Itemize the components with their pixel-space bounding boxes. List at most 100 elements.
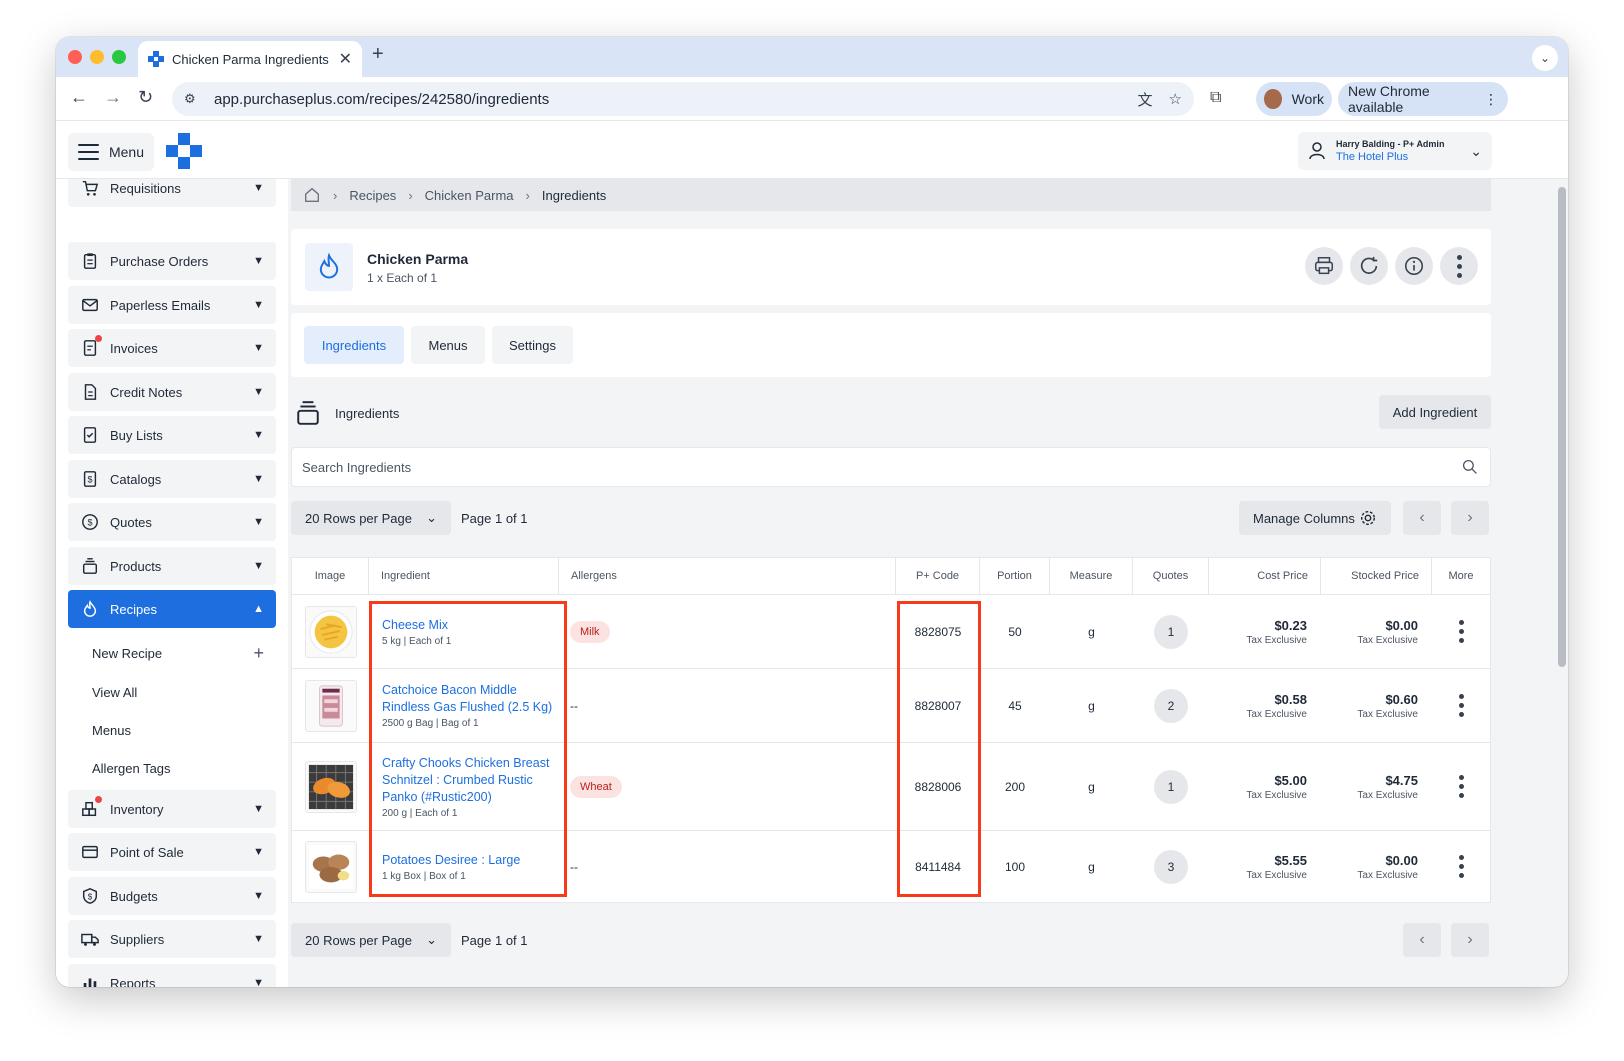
- browser-tab[interactable]: Chicken Parma Ingredients ✕: [138, 41, 362, 77]
- new-tab-button[interactable]: +: [372, 43, 384, 66]
- sidebar-item-suppliers[interactable]: Suppliers ▼: [68, 920, 276, 958]
- tab-close-icon[interactable]: ✕: [339, 49, 352, 69]
- plus-icon[interactable]: +: [253, 644, 264, 662]
- ingredient-name-link[interactable]: Crafty Chooks Chicken Breast Schnitzel :…: [382, 755, 559, 806]
- sidebar-item-invoices[interactable]: Invoices ▼: [68, 329, 276, 367]
- row-more-options-icon[interactable]: [1458, 618, 1464, 645]
- search-input[interactable]: [302, 448, 1442, 486]
- ingredient-cell: Catchoice Bacon Middle Rindless Gas Flus…: [382, 669, 559, 742]
- previous-page-button[interactable]: ‹: [1403, 923, 1441, 957]
- bookmark-star-icon[interactable]: ☆: [1169, 90, 1182, 108]
- reload-icon[interactable]: ↻: [138, 87, 153, 108]
- chevron-left-icon: ‹: [1419, 509, 1425, 526]
- product-thumbnail[interactable]: [304, 679, 357, 732]
- column-header-quotes: Quotes: [1133, 558, 1209, 594]
- profile-button[interactable]: Work: [1256, 82, 1332, 116]
- add-ingredient-button[interactable]: Add Ingredient: [1379, 395, 1491, 429]
- info-icon: [1404, 256, 1424, 276]
- manage-columns-button[interactable]: Manage Columns: [1239, 501, 1391, 535]
- browser-toolbar: ← → ↻ ⚙ app.purchaseplus.com/recipes/242…: [56, 77, 1568, 121]
- portion-cell: 200: [1004, 779, 1026, 794]
- next-page-button[interactable]: ›: [1451, 923, 1489, 957]
- product-thumbnail[interactable]: [304, 605, 357, 658]
- portion-cell: 50: [1008, 624, 1022, 639]
- more-cell: [1432, 743, 1490, 830]
- sidebar-item-buy-lists[interactable]: Buy Lists ▼: [68, 416, 276, 454]
- tab-ingredients[interactable]: Ingredients: [304, 326, 404, 364]
- quotes-count-badge[interactable]: 1: [1154, 769, 1188, 804]
- extensions-puzzle-icon[interactable]: ⧉: [1210, 89, 1221, 107]
- ingredient-name-link[interactable]: Potatoes Desiree : Large: [382, 852, 520, 869]
- cart-icon: [80, 179, 100, 198]
- sidebar-item-reports[interactable]: Reports ▼: [68, 964, 276, 987]
- sidebar-item-catalogs[interactable]: $ Catalogs ▼: [68, 460, 276, 498]
- refresh-icon: [1360, 256, 1378, 274]
- sidebar-item-point-of-sale[interactable]: Point of Sale ▼: [68, 833, 276, 871]
- info-button[interactable]: [1395, 247, 1433, 285]
- forward-arrow-icon[interactable]: →: [104, 87, 122, 108]
- url-text[interactable]: app.purchaseplus.com/recipes/242580/ingr…: [214, 91, 1122, 108]
- product-thumbnail[interactable]: [304, 760, 357, 813]
- rows-per-page-select[interactable]: 20 Rows per Page ⌄: [291, 501, 451, 535]
- row-more-options-icon[interactable]: [1458, 692, 1464, 719]
- page-indicator: Page 1 of 1: [461, 933, 528, 948]
- chrome-update-button[interactable]: New Chrome available ⋮: [1338, 82, 1508, 116]
- address-bar[interactable]: ⚙ app.purchaseplus.com/recipes/242580/in…: [172, 82, 1194, 116]
- quotes-count-badge[interactable]: 1: [1154, 614, 1188, 649]
- minimize-window-button[interactable]: [90, 50, 104, 64]
- search-icon[interactable]: [1462, 459, 1478, 475]
- column-header-stocked-price[interactable]: Stocked Price: [1321, 558, 1432, 594]
- rows-per-page-select[interactable]: 20 Rows per Page ⌄: [291, 923, 451, 957]
- translate-icon[interactable]: 文: [1138, 89, 1153, 110]
- tab-search-chevron-icon[interactable]: ⌄: [1532, 45, 1558, 71]
- home-icon[interactable]: [303, 186, 321, 204]
- sidebar-item-budgets[interactable]: $ Budgets ▼: [68, 877, 276, 915]
- profile-label: Work: [1291, 91, 1324, 107]
- product-thumbnail[interactable]: [304, 840, 357, 893]
- row-more-options-icon[interactable]: [1458, 773, 1464, 800]
- column-header-cost-price[interactable]: Cost Price: [1209, 558, 1321, 594]
- previous-page-button[interactable]: ‹: [1403, 501, 1441, 535]
- column-header-ingredient[interactable]: Ingredient: [369, 558, 559, 594]
- sidebar-item-paperless-emails[interactable]: Paperless Emails ▼: [68, 286, 276, 324]
- sidebar-item-credit-notes[interactable]: Credit Notes ▼: [68, 373, 276, 411]
- chevron-right-icon: ›: [1467, 509, 1473, 526]
- row-more-options-icon[interactable]: [1458, 853, 1464, 880]
- ingredient-name-link[interactable]: Cheese Mix: [382, 617, 448, 634]
- tab-menus[interactable]: Menus: [411, 326, 485, 364]
- site-settings-icon[interactable]: ⚙: [184, 91, 200, 107]
- more-options-button[interactable]: [1440, 247, 1478, 285]
- quotes-count-badge[interactable]: 3: [1154, 849, 1188, 884]
- next-page-button[interactable]: ›: [1451, 501, 1489, 535]
- refresh-button[interactable]: [1350, 247, 1388, 285]
- sidebar-item-products[interactable]: Products ▼: [68, 547, 276, 585]
- sidebar-subitem-menus[interactable]: Menus: [92, 723, 264, 738]
- column-header-code[interactable]: P+ Code: [896, 558, 980, 594]
- tab-settings[interactable]: Settings: [492, 326, 573, 364]
- chevron-down-icon: ▼: [253, 255, 264, 267]
- sidebar-subitem-view-all[interactable]: View All: [92, 685, 264, 700]
- user-account-menu[interactable]: Harry Balding - P+ Admin The Hotel Plus …: [1298, 132, 1492, 170]
- allergens-cell: Milk: [570, 595, 890, 668]
- print-button[interactable]: [1305, 247, 1343, 285]
- purchaseplus-logo-icon[interactable]: [166, 133, 202, 169]
- quotes-count-badge[interactable]: 2: [1154, 688, 1188, 723]
- breadcrumb-recipe-link[interactable]: Chicken Parma: [425, 188, 514, 203]
- sidebar-item-purchase-orders[interactable]: Purchase Orders ▼: [68, 242, 276, 280]
- maximize-window-button[interactable]: [112, 50, 126, 64]
- menu-button[interactable]: Menu: [68, 133, 154, 171]
- portion-cell: 100: [1004, 859, 1026, 874]
- ingredient-name-link[interactable]: Catchoice Bacon Middle Rindless Gas Flus…: [382, 682, 559, 716]
- sidebar-item-inventory[interactable]: Inventory ▼: [68, 790, 276, 828]
- page-scrollbar[interactable]: [1558, 187, 1566, 667]
- sidebar-subitem-new-recipe[interactable]: New Recipe +: [92, 644, 264, 662]
- breadcrumb-recipes-link[interactable]: Recipes: [349, 188, 396, 203]
- stocked-price-cell: $0.00 Tax Exclusive: [1321, 595, 1432, 668]
- sidebar-item-recipes[interactable]: Recipes ▲: [68, 590, 276, 628]
- back-arrow-icon[interactable]: ←: [70, 87, 88, 108]
- sidebar-subitem-allergen-tags[interactable]: Allergen Tags: [92, 761, 264, 776]
- close-window-button[interactable]: [68, 50, 82, 64]
- sidebar-item-quotes[interactable]: $ Quotes ▼: [68, 503, 276, 541]
- quotes-cell: 2: [1133, 669, 1209, 742]
- sidebar-item-requisitions[interactable]: Requisitions ▼: [68, 179, 276, 207]
